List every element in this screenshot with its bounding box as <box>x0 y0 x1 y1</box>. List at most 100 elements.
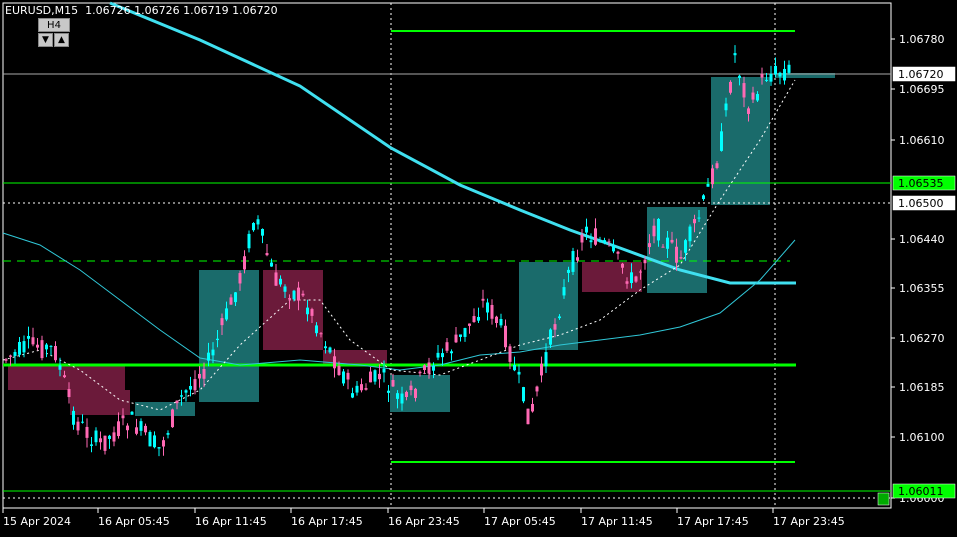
candle <box>76 417 80 435</box>
candle-body <box>229 297 233 305</box>
candle <box>85 418 89 448</box>
candle-body <box>27 336 30 339</box>
candle <box>27 326 30 349</box>
candle-body <box>576 257 579 261</box>
timeframe-up-button[interactable]: ▲ <box>54 33 69 47</box>
candle-body <box>441 353 444 358</box>
candle-body <box>90 444 93 446</box>
candle-body <box>720 131 723 151</box>
candle-body <box>774 65 777 75</box>
candle-body <box>13 352 17 356</box>
candle-body <box>139 421 143 431</box>
price-tick-label: 1.06440 <box>899 233 945 246</box>
candle-body <box>675 246 678 263</box>
price-chart[interactable]: 1.06780 1.06695 1.06610 1.06440 1.06355 1.062… <box>0 0 957 533</box>
candle-body <box>36 344 39 348</box>
candle-body <box>639 271 642 273</box>
candle <box>135 418 138 436</box>
candle-body <box>189 385 192 390</box>
candle-body <box>157 447 161 449</box>
candle <box>346 369 350 390</box>
candle-body <box>666 237 669 249</box>
candle-body <box>760 74 764 78</box>
candle-body <box>279 278 282 285</box>
candle <box>423 364 426 375</box>
candle <box>256 215 260 230</box>
candle-body <box>310 309 314 316</box>
candle-body <box>733 53 737 56</box>
candle <box>90 436 93 453</box>
candle <box>22 335 26 358</box>
candle <box>148 430 152 447</box>
candle <box>108 434 111 449</box>
candle-body <box>337 365 341 376</box>
candle-body <box>724 103 728 111</box>
candle-body <box>283 286 287 292</box>
candle-body <box>369 371 372 383</box>
candle-body <box>504 325 507 348</box>
time-tick-label: 17 Apr 11:45 <box>581 515 653 528</box>
price-tick-label: 1.06695 <box>899 83 945 96</box>
candle <box>364 383 368 391</box>
candle <box>31 327 35 347</box>
candle-body <box>9 355 12 357</box>
candle-body <box>702 195 705 200</box>
candle <box>450 349 453 361</box>
candle-body <box>652 225 656 237</box>
candle-body <box>108 435 111 439</box>
candle-body <box>180 395 183 397</box>
candle-body <box>301 293 305 296</box>
candle-body <box>144 425 147 433</box>
candle-body <box>585 226 588 233</box>
candle <box>495 315 498 328</box>
candle-body <box>252 223 255 231</box>
candle-body <box>58 365 62 370</box>
candle-body <box>634 276 638 282</box>
candle-body <box>135 427 138 434</box>
candle-body <box>306 307 309 315</box>
timeframe-label: H4 <box>38 18 70 32</box>
timeframe-down-button[interactable]: ▼ <box>38 33 53 47</box>
candle-body <box>643 259 647 264</box>
candle-body <box>153 435 156 448</box>
candle <box>261 228 264 244</box>
candle-body <box>225 308 228 320</box>
candle-body <box>324 346 327 349</box>
candle-body <box>549 329 552 345</box>
candle-body <box>207 352 210 361</box>
candle <box>112 426 116 447</box>
candle-body <box>445 342 449 351</box>
candle-body <box>427 362 431 374</box>
candle <box>571 247 575 276</box>
candle-body <box>333 356 336 369</box>
candle-body <box>594 228 597 245</box>
chart-canvas[interactable]: 1.06780 1.06695 1.06610 1.06440 1.06355 1.062… <box>0 0 957 533</box>
candle-body <box>265 253 269 256</box>
candle-body <box>558 316 561 319</box>
candle-body <box>661 246 665 248</box>
candle <box>342 368 345 386</box>
candle-body <box>400 393 404 404</box>
candle-body <box>292 290 296 300</box>
candle-body <box>607 241 611 243</box>
price-tick-label: 1.06100 <box>899 431 945 444</box>
candle-body <box>562 287 566 296</box>
level-price-label-green: 1.06535 <box>898 177 944 190</box>
candle <box>387 385 390 403</box>
candle-body <box>409 385 413 391</box>
candle-body <box>67 389 71 398</box>
candle-body <box>522 387 525 402</box>
candle-body <box>481 298 485 301</box>
time-tick-label: 17 Apr 17:45 <box>677 515 749 528</box>
candle-body <box>657 219 660 241</box>
candle-body <box>234 292 237 303</box>
candle-body <box>747 108 750 114</box>
candle <box>774 57 777 78</box>
candle-body <box>72 410 75 425</box>
candle <box>580 229 584 251</box>
candle-body <box>193 379 197 391</box>
candle-body <box>297 287 300 301</box>
time-tick-label: 16 Apr 17:45 <box>291 515 363 528</box>
time-tick-label: 15 Apr 2024 <box>3 515 71 528</box>
candle <box>589 233 593 249</box>
